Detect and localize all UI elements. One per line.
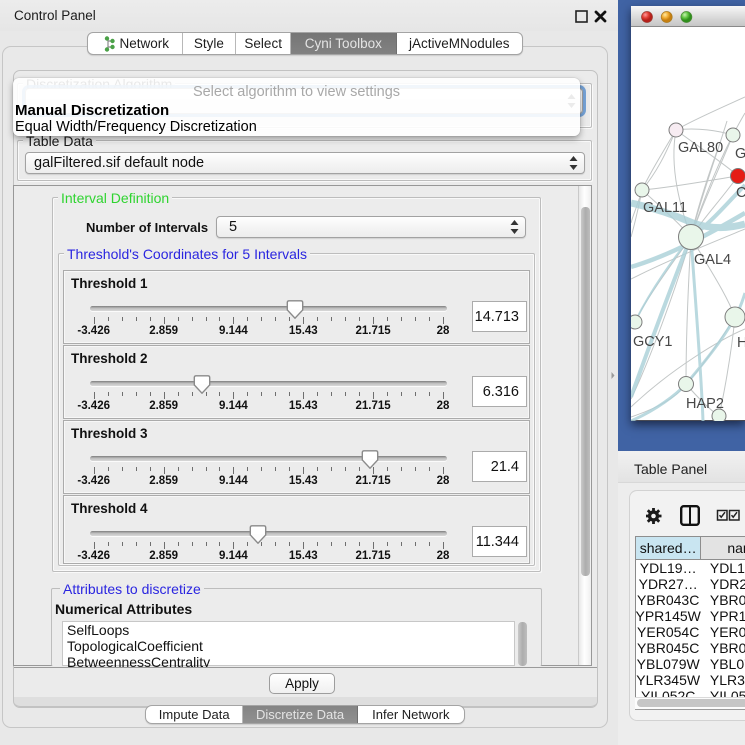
svg-text:HAP2: HAP2 bbox=[686, 396, 724, 412]
svg-text:GAL11: GAL11 bbox=[643, 200, 687, 216]
svg-text:GAL80: GAL80 bbox=[678, 140, 723, 156]
svg-text:GAL4: GAL4 bbox=[694, 252, 731, 268]
svg-text:C: C bbox=[736, 185, 745, 201]
svg-text:GCY1: GCY1 bbox=[633, 334, 673, 350]
svg-text:H: H bbox=[737, 335, 745, 351]
svg-text:G: G bbox=[735, 146, 745, 162]
